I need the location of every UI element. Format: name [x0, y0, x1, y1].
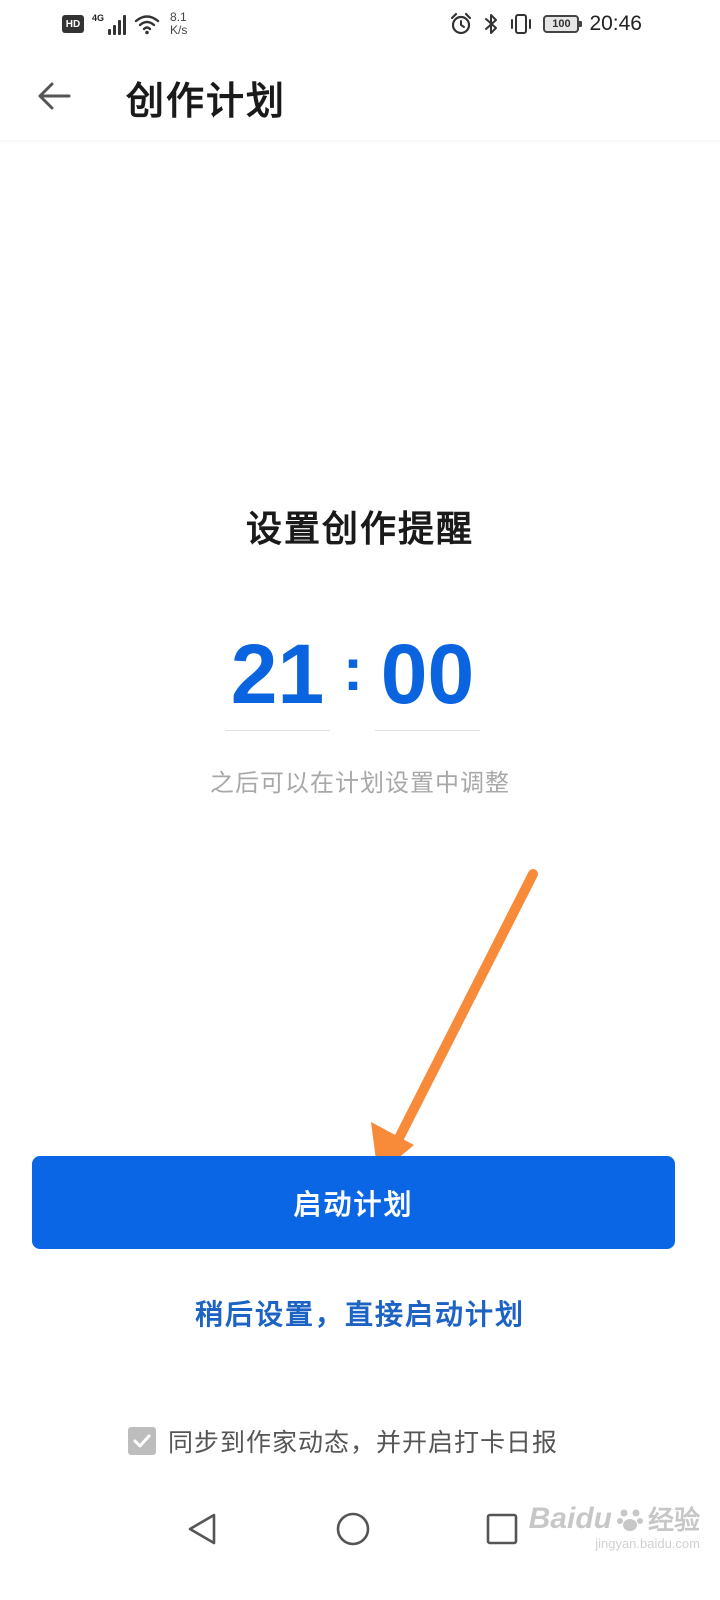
- app-header: 创作计划: [0, 48, 720, 140]
- square-recents-icon: [486, 1513, 518, 1545]
- wifi-icon: [134, 15, 160, 35]
- alarm-icon: [451, 12, 472, 35]
- circle-home-icon: [336, 1512, 370, 1546]
- check-icon: [133, 1434, 151, 1448]
- back-button[interactable]: [32, 74, 76, 118]
- annotation-arrow-icon: [371, 869, 538, 1175]
- minute-value: 00: [380, 627, 475, 721]
- status-time: 20:46: [589, 12, 642, 35]
- time-separator: :: [343, 636, 363, 703]
- hd-icon: HD: [62, 15, 84, 33]
- start-plan-button[interactable]: 启动计划: [32, 1156, 675, 1249]
- nav-back-button[interactable]: [177, 1504, 227, 1554]
- sync-label: 同步到作家动态，并开启打卡日报: [168, 1428, 559, 1457]
- bluetooth-icon: [485, 14, 498, 34]
- sync-checkbox-row[interactable]: 同步到作家动态，并开启打卡日报: [128, 1423, 558, 1459]
- minute-field[interactable]: 00: [375, 620, 480, 731]
- start-plan-label: 启动计划: [293, 1187, 414, 1221]
- vibrate-icon: [511, 14, 532, 34]
- hour-value: 21: [230, 627, 325, 721]
- nav-home-button[interactable]: [328, 1504, 378, 1554]
- later-setup-link[interactable]: 稍后设置，直接启动计划: [0, 1293, 720, 1333]
- watermark-url: jingyan.baidu.com: [595, 1536, 700, 1551]
- status-bar: HD 4G 8.1 K/s 100 20:46: [0, 0, 720, 48]
- cellular-signal-icon: 4G: [92, 13, 127, 35]
- paw-logo-icon: [616, 1509, 643, 1531]
- back-arrow-icon: [38, 82, 71, 110]
- baidu-watermark: Baidu 经验 jingyan.baidu.com: [528, 1500, 700, 1552]
- status-bar-left: HD 4G 8.1 K/s: [62, 8, 187, 40]
- reminder-title: 设置创作提醒: [245, 508, 474, 550]
- adjust-hint: 之后可以在计划设置中调整: [210, 769, 510, 797]
- time-picker: 21 : 00: [225, 620, 495, 735]
- sync-checkbox[interactable]: [128, 1427, 156, 1455]
- watermark-suffix: 经验: [647, 1505, 700, 1535]
- nav-recents-button[interactable]: [477, 1504, 527, 1554]
- page-title: 创作计划: [126, 79, 287, 123]
- triangle-back-icon: [188, 1513, 216, 1545]
- status-bar-right: 100 20:46: [449, 8, 642, 40]
- network-speed: 8.1 K/s: [170, 11, 187, 37]
- battery-icon: 100: [543, 15, 583, 33]
- speed-unit: K/s: [170, 23, 188, 37]
- watermark-brand: Baidu: [528, 1501, 612, 1535]
- hour-field[interactable]: 21: [225, 620, 330, 731]
- network-type: 4G: [92, 13, 105, 23]
